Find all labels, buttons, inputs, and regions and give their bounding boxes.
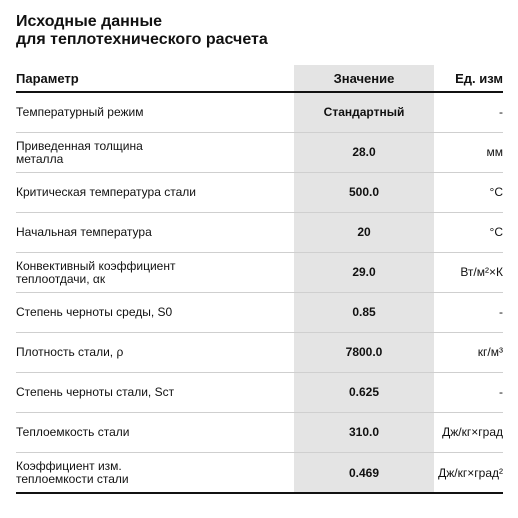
table-header-row: Параметр Значение Ед. изм [16,65,503,93]
row-param: Температурный режим [16,105,144,119]
parameters-table: Параметр Значение Ед. изм Температурный … [16,65,503,493]
row-unit: - [499,385,503,399]
table-row: Степень черноты стали, Sст 0.625 - [16,373,503,413]
table-row: Температурный режим Стандартный - [16,93,503,133]
page-title: Исходные данные для теплотехнического ра… [16,13,268,49]
table-row: Конвективный коэффициент теплоотдачи, αк … [16,253,503,293]
title-line-1: Исходные данные [16,13,163,30]
row-param: Степень черноты стали, Sст [16,385,175,399]
table-bottom-rule [16,492,503,494]
row-param: Критическая температура стали [16,185,196,199]
row-param: Приведенная толщина металла [16,138,143,166]
table-row: Критическая температура стали 500.0 °C [16,173,503,213]
row-unit: °C [489,225,503,239]
table-row: Начальная температура 20 °C [16,213,503,253]
table-row: Коэффициент изм. теплоемкости стали 0.469… [16,453,503,493]
row-unit: °C [489,185,503,199]
table-row: Приведенная толщина металла 28.0 мм [16,133,503,173]
row-param: Теплоемкость стали [16,425,130,439]
row-param: Начальная температура [16,225,152,239]
row-unit: Вт/м²×К [460,265,503,279]
row-unit: кг/м³ [477,345,503,359]
header-param: Параметр [16,70,79,86]
header-unit: Ед. изм [455,70,503,86]
title-line-2: для теплотехнического расчета [16,31,268,48]
row-unit: мм [486,145,504,159]
table-row: Степень черноты среды, S0 0.85 - [16,293,503,333]
row-param: Степень черноты среды, S0 [16,305,173,319]
table-row: Плотность стали, ρ 7800.0 кг/м³ [16,333,503,373]
row-unit: - [499,305,503,319]
row-param: Конвективный коэффициент теплоотдачи, αк [16,258,176,286]
row-unit: - [499,105,503,119]
row-unit: Дж/кг×град² [438,465,503,480]
row-param: Коэффициент изм. теплоемкости стали [16,459,129,486]
table-row: Теплоемкость стали 310.0 Дж/кг×град [16,413,503,453]
row-unit: Дж/кг×град [442,425,503,439]
row-param: Плотность стали, ρ [16,345,124,359]
